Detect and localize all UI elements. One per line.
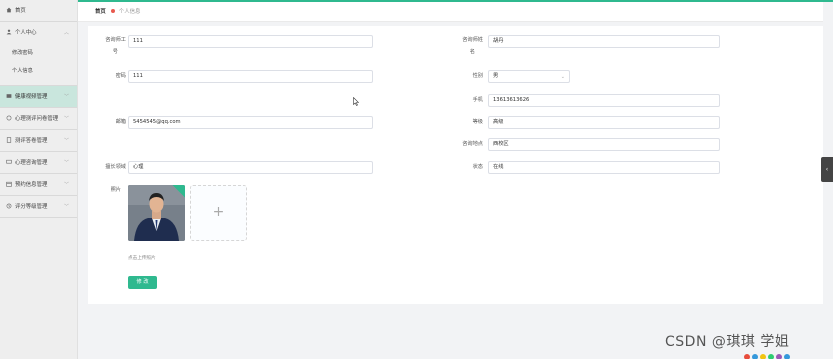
upload-photo-button[interactable]: + bbox=[190, 185, 247, 241]
consultant-name-label: 咨询师姓 名 bbox=[443, 36, 483, 57]
chat-icon bbox=[6, 159, 12, 164]
main-content: 首页 个人信息 咨询师工 号 111 密码 111 邮箱 5454545@qq.c… bbox=[78, 0, 833, 359]
sidebar-item-label: 健康视频管理 bbox=[15, 94, 48, 100]
person-photo-icon bbox=[128, 185, 185, 241]
sidebar-item-label: 评分等级管理 bbox=[15, 204, 48, 210]
sidebar: 首页 个人中心 ︿ 修改密码 个人信息 健康视频管理 ﹀ 心理测评问卷管理 ﹀ … bbox=[0, 0, 78, 359]
sidebar-subitem-change-password[interactable]: 修改密码 bbox=[0, 44, 77, 62]
chevron-left-icon: ‹ bbox=[825, 166, 829, 173]
sidebar-item-label: 测评答卷管理 bbox=[15, 138, 48, 144]
label-line: 号 bbox=[112, 49, 118, 55]
breadcrumb: 首页 个人信息 bbox=[78, 2, 823, 22]
breadcrumb-dot-icon bbox=[110, 9, 115, 13]
chevron-down-icon: ﹀ bbox=[63, 138, 69, 144]
gender-select-value: 男 bbox=[493, 73, 499, 79]
sidebar-item-health-video[interactable]: 健康视频管理 ﹀ bbox=[0, 86, 77, 108]
chevron-down-icon: ﹀ bbox=[63, 160, 69, 166]
chevron-down-icon: ﹀ bbox=[63, 116, 69, 122]
calendar-icon bbox=[6, 181, 12, 187]
label-line: 咨询师姓 bbox=[462, 37, 483, 43]
label-line: 咨询师工 bbox=[105, 37, 126, 43]
plus-icon: + bbox=[212, 204, 225, 220]
sidebar-item-answer-sheets[interactable]: 测评答卷管理 ﹀ bbox=[0, 130, 77, 152]
upload-tip: 点击上传照片 bbox=[128, 256, 156, 261]
gender-label: 性别 bbox=[472, 73, 483, 79]
breadcrumb-home[interactable]: 首页 bbox=[95, 9, 106, 15]
specialty-label: 擅长领域 bbox=[105, 164, 126, 170]
sidebar-item-label: 心理测评问卷管理 bbox=[15, 116, 59, 122]
chevron-down-icon: ﹀ bbox=[63, 94, 69, 100]
chevron-up-icon: ︿ bbox=[63, 30, 69, 36]
tray-icon bbox=[744, 354, 750, 359]
email-field[interactable]: 5454545@qq.com bbox=[128, 116, 373, 129]
home-icon bbox=[6, 7, 12, 13]
location-field[interactable]: 西校区 bbox=[488, 138, 720, 151]
sidebar-item-questionnaire[interactable]: 心理测评问卷管理 ﹀ bbox=[0, 108, 77, 130]
sidebar-item-label: 心理咨询管理 bbox=[15, 160, 48, 166]
phone-label: 手机 bbox=[472, 97, 483, 103]
photo-label: 照片 bbox=[110, 187, 121, 193]
gender-select[interactable]: 男 ⌄ bbox=[488, 70, 570, 83]
tray-icon bbox=[752, 354, 758, 359]
side-drawer-toggle[interactable]: ‹ bbox=[821, 157, 833, 182]
tray-icon bbox=[760, 354, 766, 359]
password-label: 密码 bbox=[115, 73, 126, 79]
mouse-cursor-icon bbox=[353, 97, 359, 106]
sidebar-item-label: 修改密码 bbox=[12, 50, 33, 56]
location-label: 咨询地点 bbox=[462, 141, 483, 147]
sidebar-item-appointment[interactable]: 预约信息管理 ﹀ bbox=[0, 174, 77, 196]
label-line: 名 bbox=[469, 49, 475, 55]
submit-button[interactable]: 修 改 bbox=[128, 276, 157, 289]
compass-icon bbox=[6, 115, 12, 121]
chevron-down-icon: ⌄ bbox=[560, 74, 565, 80]
tray-icon bbox=[776, 354, 782, 359]
password-field[interactable]: 111 bbox=[128, 70, 373, 83]
tray-icons bbox=[744, 345, 833, 359]
consultant-id-field[interactable]: 111 bbox=[128, 35, 373, 48]
breadcrumb-current: 个人信息 bbox=[118, 9, 141, 15]
sidebar-item-label: 个人中心 bbox=[15, 30, 37, 36]
level-field[interactable]: 高级 bbox=[488, 116, 720, 129]
sidebar-item-label: 预约信息管理 bbox=[15, 182, 48, 188]
user-icon bbox=[6, 29, 12, 35]
tray-icon bbox=[784, 354, 790, 359]
sidebar-item-rating[interactable]: 评分等级管理 ﹀ bbox=[0, 196, 77, 218]
consultant-name-field[interactable]: 胡丹 bbox=[488, 35, 720, 48]
document-icon bbox=[6, 137, 12, 143]
sidebar-item-label: 个人信息 bbox=[12, 68, 33, 74]
email-label: 邮箱 bbox=[115, 119, 126, 125]
clock-icon bbox=[6, 203, 12, 209]
level-label: 等级 bbox=[472, 119, 483, 125]
phone-field[interactable]: 13613613626 bbox=[488, 94, 720, 107]
chevron-down-icon: ﹀ bbox=[63, 204, 69, 210]
sidebar-item-consultation[interactable]: 心理咨询管理 ﹀ bbox=[0, 152, 77, 174]
sidebar-item-label: 首页 bbox=[15, 8, 26, 14]
chevron-down-icon: ﹀ bbox=[63, 182, 69, 188]
video-icon bbox=[6, 94, 12, 98]
photo-thumbnail[interactable] bbox=[128, 185, 185, 241]
consultant-id-label: 咨询师工 号 bbox=[86, 36, 126, 57]
sidebar-item-home[interactable]: 首页 bbox=[0, 0, 77, 22]
sidebar-item-personal-center[interactable]: 个人中心 ︿ bbox=[0, 22, 77, 44]
status-label: 状态 bbox=[472, 164, 483, 170]
specialty-field[interactable]: 心理 bbox=[128, 161, 373, 174]
profile-form-card: 咨询师工 号 111 密码 111 邮箱 5454545@qq.com 擅长领域… bbox=[88, 26, 823, 304]
status-field[interactable]: 在线 bbox=[488, 161, 720, 174]
app-root: 首页 个人中心 ︿ 修改密码 个人信息 健康视频管理 ﹀ 心理测评问卷管理 ﹀ … bbox=[0, 0, 833, 359]
sidebar-subitem-personal-info[interactable]: 个人信息 bbox=[0, 62, 77, 80]
tray-icon bbox=[768, 354, 774, 359]
